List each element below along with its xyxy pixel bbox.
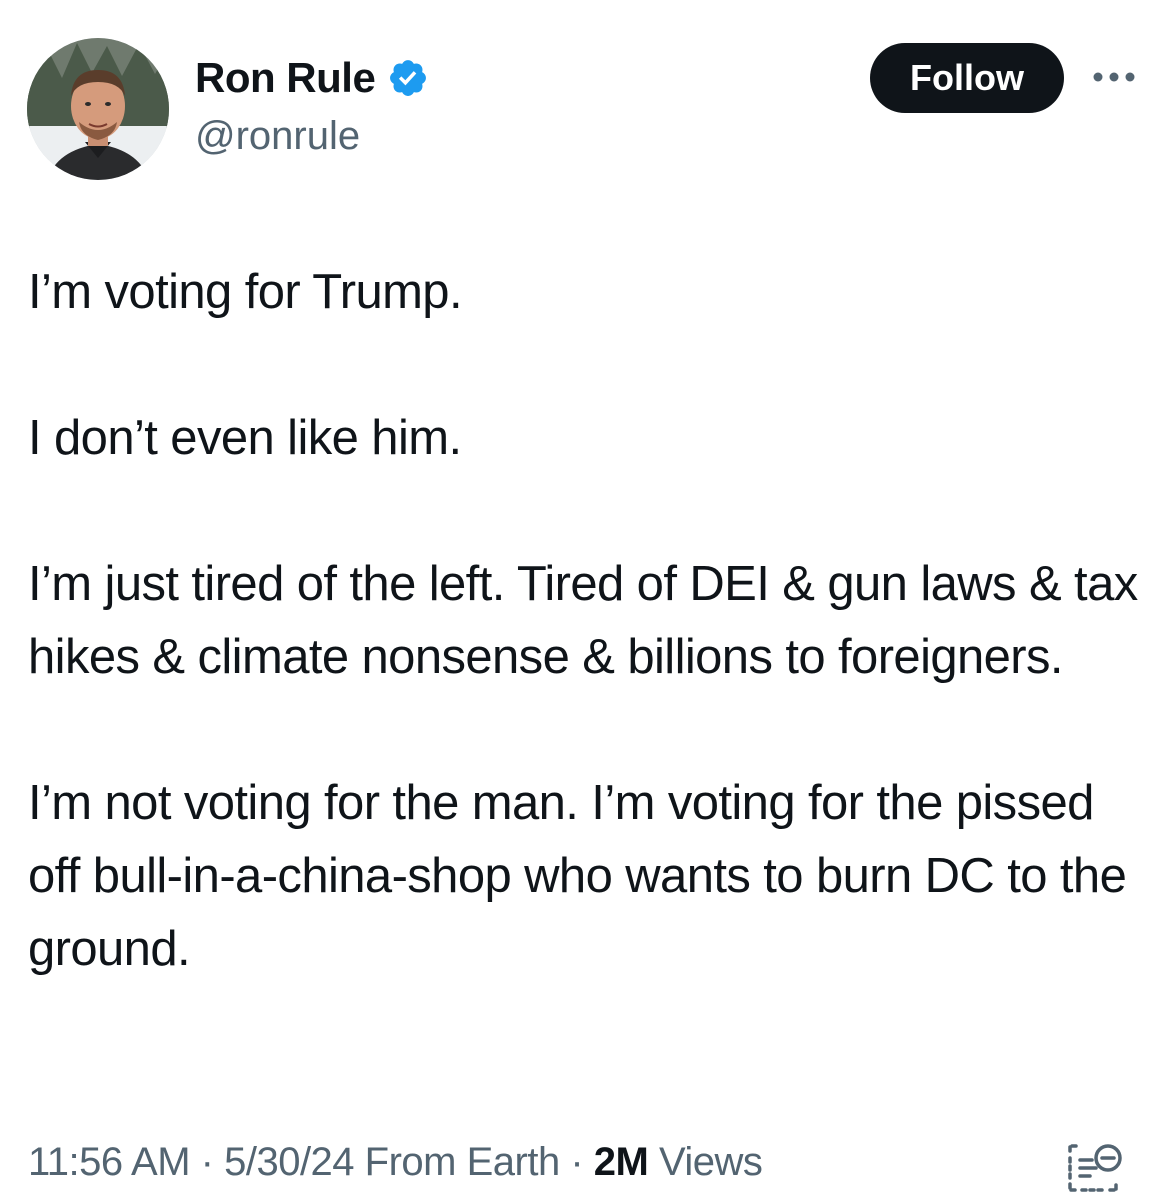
- tweet-text: I’m voting for Trump. I don’t even like …: [28, 256, 1143, 986]
- user-handle[interactable]: @ronrule: [195, 114, 360, 159]
- tweet-time[interactable]: 11:56 AM: [28, 1140, 191, 1184]
- post-analytics-icon[interactable]: [1062, 1138, 1126, 1194]
- tweet-paragraph: I’m voting for Trump.: [28, 265, 463, 319]
- tweet-date[interactable]: 5/30/24: [224, 1140, 354, 1184]
- views-count[interactable]: 2M: [594, 1140, 649, 1184]
- tweet-meta: 11:56 AM · 5/30/24 From Earth · 2M Views: [28, 1140, 763, 1185]
- display-name[interactable]: Ron Rule: [195, 54, 376, 102]
- follow-button[interactable]: Follow: [870, 43, 1064, 113]
- meta-separator: ·: [559, 1140, 594, 1184]
- author-name-row: Ron Rule: [195, 52, 429, 104]
- meta-separator: ·: [190, 1140, 225, 1184]
- tweet-paragraph: I don’t even like him.: [28, 411, 462, 465]
- avatar[interactable]: [27, 38, 169, 180]
- views-label: Views: [648, 1140, 763, 1184]
- verified-badge-icon[interactable]: [387, 57, 429, 99]
- tweet-paragraph: I’m not voting for the man. I’m voting f…: [28, 776, 1127, 976]
- tweet-paragraph: I’m just tired of the left. Tired of DEI…: [28, 557, 1138, 684]
- more-options-icon[interactable]: [1088, 62, 1140, 92]
- avatar-photo: [27, 38, 169, 180]
- tweet-source: From Earth: [354, 1140, 561, 1184]
